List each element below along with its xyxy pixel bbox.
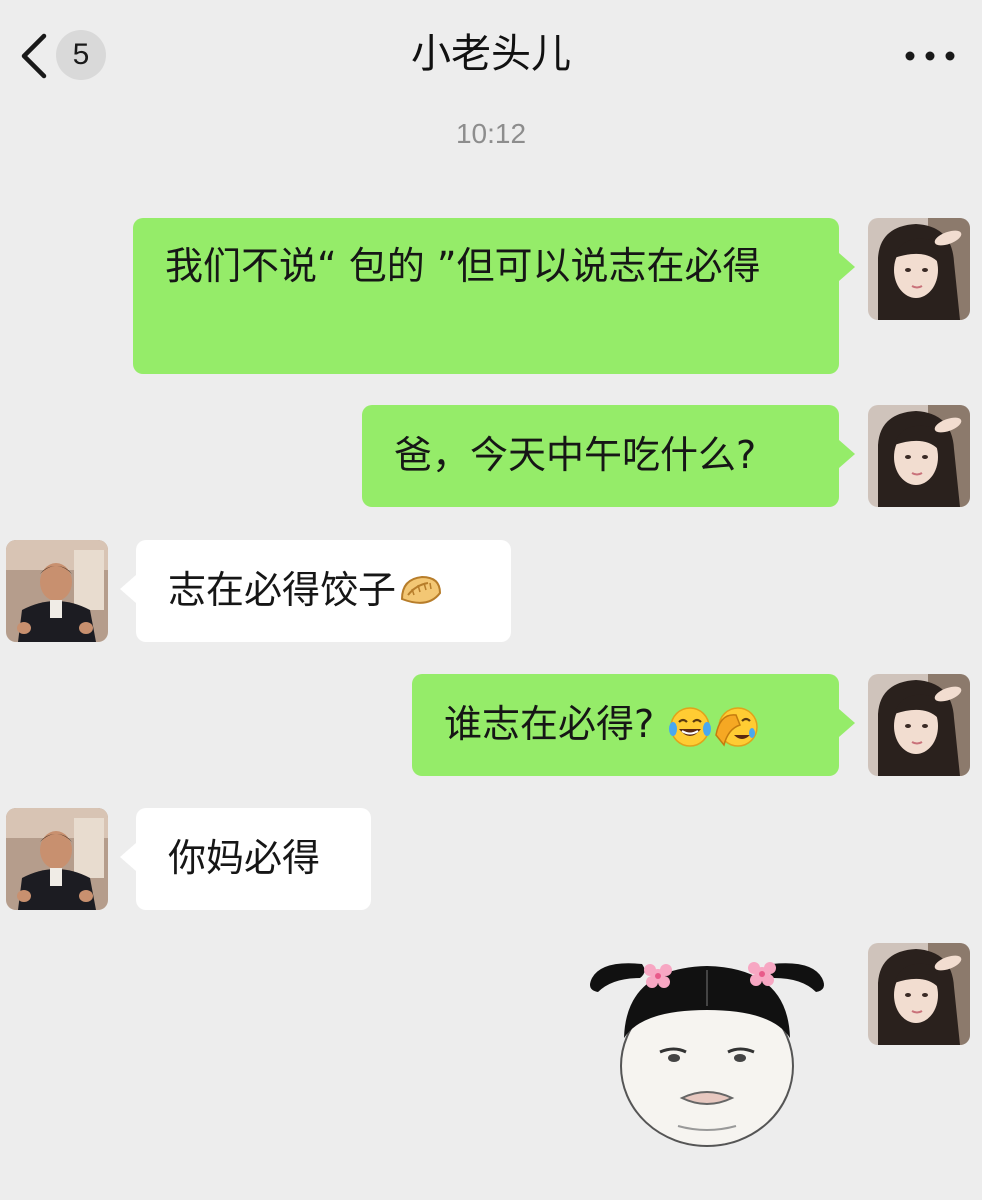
message-text: 谁志在必得? (444, 702, 655, 746)
contact-avatar[interactable] (6, 808, 108, 910)
message-bubble-outgoing[interactable]: 谁志在必得? (412, 674, 839, 776)
message-text: 志在必得饺子 (168, 568, 397, 612)
girl-pigtails-sticker[interactable] (582, 948, 832, 1148)
message-text: 爸，今天中午吃什么? (394, 433, 757, 477)
my-avatar[interactable] (868, 218, 970, 320)
contact-avatar[interactable] (6, 540, 108, 642)
chat-header: 5 小老头儿 (0, 0, 982, 112)
bubble-tail (839, 253, 855, 281)
message-bubble-incoming[interactable]: 志在必得饺子 (136, 540, 511, 642)
unread-count-badge[interactable]: 5 (56, 30, 106, 80)
message-timestamp: 10:12 (455, 118, 527, 149)
bubble-tail (120, 843, 136, 871)
more-options-icon[interactable] (898, 42, 962, 70)
message-bubble-incoming[interactable]: 你妈必得 (136, 808, 371, 910)
my-avatar[interactable] (868, 943, 970, 1045)
back-chevron-icon[interactable] (14, 28, 62, 84)
message-text: 我们不说“ 包的 ”但可以说志在必得 (165, 244, 761, 288)
bubble-tail (839, 440, 855, 468)
dumpling-emoji (401, 575, 442, 604)
message-bubble-outgoing[interactable]: 我们不说“ 包的 ”但可以说志在必得 (133, 218, 839, 374)
facepalm-laugh-emoji (715, 706, 758, 747)
message-bubble-outgoing[interactable]: 爸，今天中午吃什么? (362, 405, 839, 507)
bubble-tail (839, 709, 855, 737)
my-avatar[interactable] (868, 405, 970, 507)
tears-of-joy-emoji (669, 706, 712, 747)
chat-title: 小老头儿 (411, 31, 571, 77)
message-text: 你妈必得 (168, 836, 321, 880)
my-avatar[interactable] (868, 674, 970, 776)
bubble-tail (120, 575, 136, 603)
